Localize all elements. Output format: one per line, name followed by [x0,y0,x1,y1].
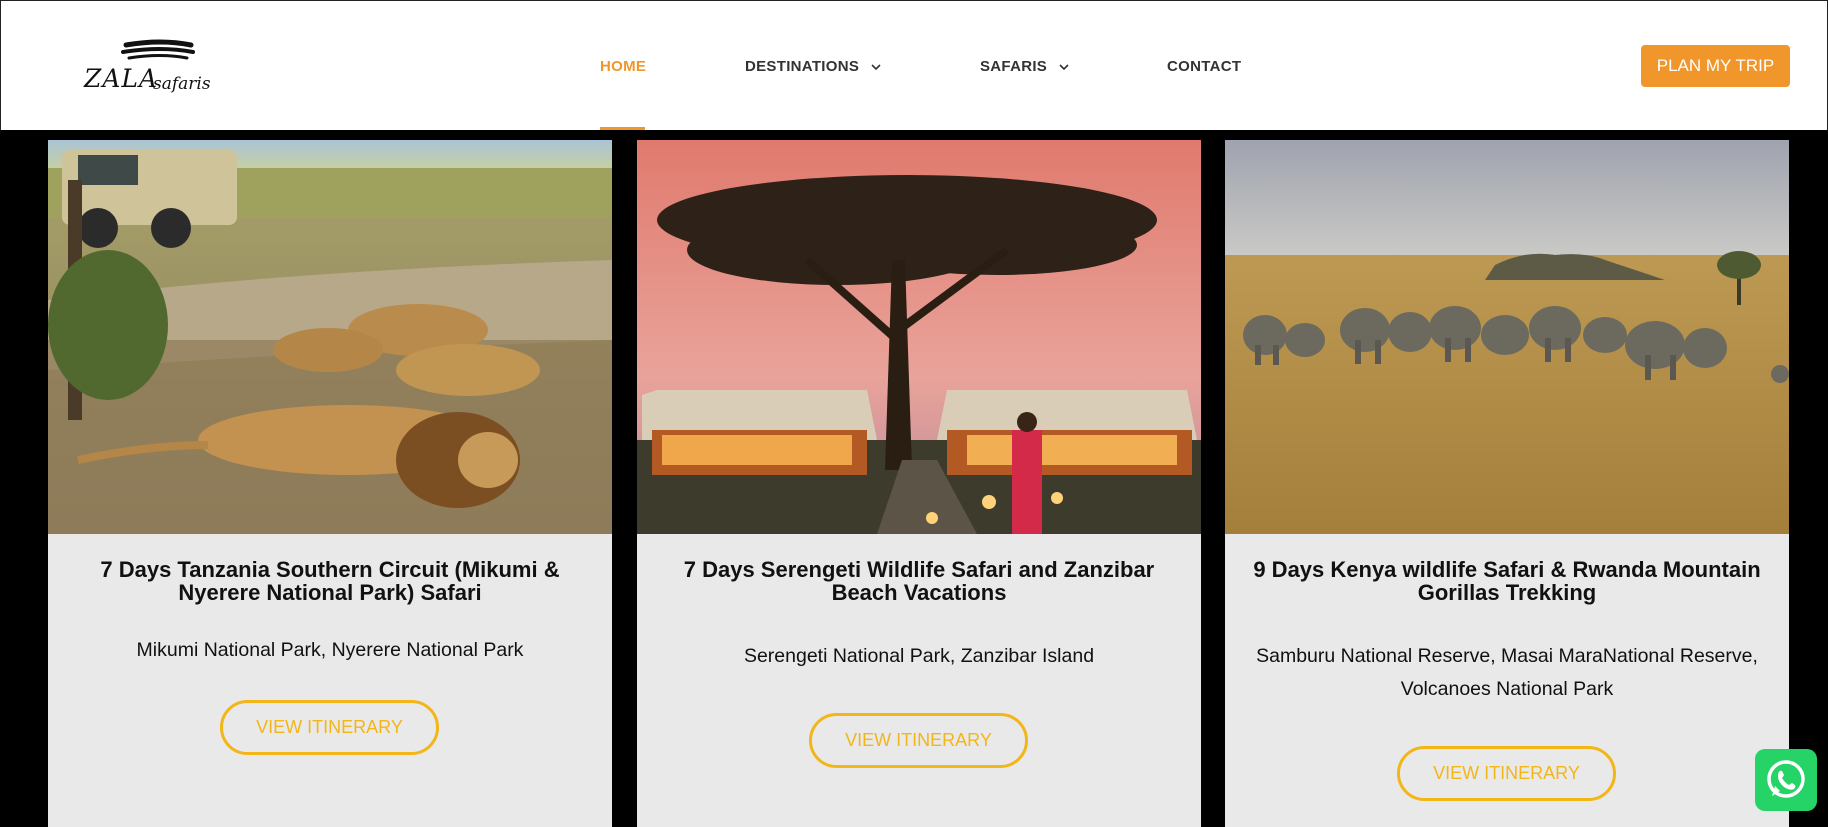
tented-camp-photo [637,140,1201,534]
tour-title: 7 Days Tanzania Southern Circuit (Mikumi… [100,557,560,605]
tour-image-lions[interactable] [48,140,612,534]
nav-home-label: HOME [600,58,647,75]
nav-contact[interactable]: CONTACT [1167,58,1241,75]
tour-destinations: Samburu National Reserve, Masai MaraNati… [1256,645,1758,700]
whatsapp-chat-button[interactable] [1755,749,1817,811]
zala-safaris-logo-icon: ZALA safaris [83,39,211,94]
tour-destinations: Mikumi National Park, Nyerere National P… [136,639,524,661]
lions-photo [48,140,612,534]
nav-home[interactable]: HOME [600,58,646,75]
view-itinerary-button[interactable]: VIEW ITINERARY [1397,746,1616,801]
view-itinerary-button[interactable]: VIEW ITINERARY [220,700,439,755]
svg-text:safaris: safaris [153,74,211,94]
site-logo[interactable]: ZALA safaris [81,37,231,97]
nav-safaris-label: SAFARIS [980,58,1048,75]
tour-destinations: Serengeti National Park, Zanzibar Island [743,645,1095,667]
chevron-down-icon [1059,63,1069,70]
active-nav-indicator [600,127,645,130]
whatsapp-icon [1767,760,1805,798]
tour-title: 9 Days Kenya wildlife Safari & Rwanda Mo… [1253,557,1761,605]
plan-my-trip-button[interactable]: PLAN MY TRIP [1641,45,1790,87]
tour-card: 9 Days Kenya wildlife Safari & Rwanda Mo… [1225,140,1789,827]
nav-safaris[interactable]: SAFARIS [980,58,1069,75]
elephants-photo [1225,140,1789,534]
nav-contact-label: CONTACT [1167,58,1242,75]
svg-text:ZALA: ZALA [83,64,158,93]
site-header: ZALA safaris HOME DESTINATIONS SAFARIS C… [0,0,1828,130]
tour-image-camp[interactable] [637,140,1201,534]
tour-image-elephants[interactable] [1225,140,1789,534]
tour-title: 7 Days Serengeti Wildlife Safari and Zan… [683,557,1155,605]
nav-destinations[interactable]: DESTINATIONS [745,58,881,75]
view-itinerary-button[interactable]: VIEW ITINERARY [809,713,1028,768]
nav-destinations-label: DESTINATIONS [745,58,860,75]
tour-card: 7 Days Tanzania Southern Circuit (Mikumi… [48,140,612,827]
chevron-down-icon [871,63,881,70]
tour-card: 7 Days Serengeti Wildlife Safari and Zan… [637,140,1201,827]
